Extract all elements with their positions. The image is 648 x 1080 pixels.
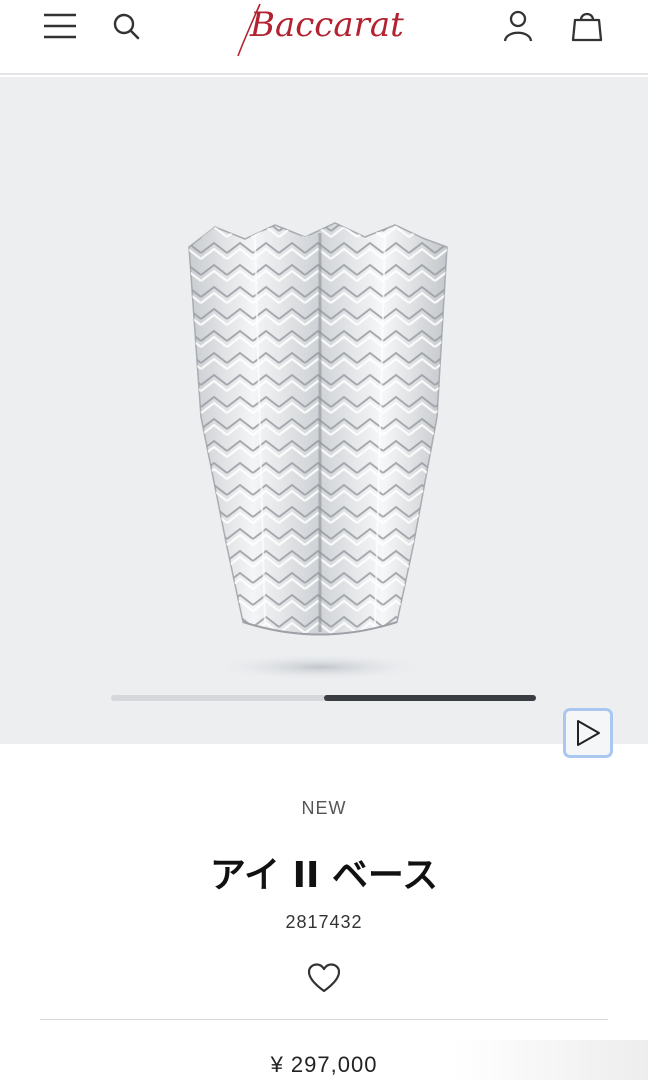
favorite-button[interactable] (304, 960, 344, 996)
product-price: ¥ 297,000 (270, 1052, 378, 1077)
account-icon (503, 10, 533, 42)
menu-button[interactable] (42, 8, 78, 44)
brand-logo[interactable]: Baccarat (230, 0, 420, 64)
account-button[interactable] (500, 8, 536, 44)
divider (40, 1019, 608, 1020)
search-icon (113, 13, 140, 40)
play-icon (577, 720, 600, 746)
shopping-bag-icon (571, 12, 603, 42)
shopping-bag-button[interactable] (569, 8, 605, 44)
menu-icon (44, 13, 76, 39)
vase-image (188, 222, 448, 681)
gallery-progress[interactable] (111, 695, 536, 701)
new-badge: NEW (301, 798, 347, 818)
site-header: Baccarat (0, 0, 648, 75)
gallery-progress-indicator (323, 695, 536, 701)
brand-logo-text: Baccarat (249, 5, 404, 45)
product-sku: 2817432 (285, 912, 363, 932)
search-button[interactable] (108, 8, 144, 44)
play-video-button[interactable] (563, 708, 613, 758)
product-gallery[interactable] (0, 77, 648, 758)
heart-icon (307, 963, 341, 993)
product-title: アイ II ベース (209, 855, 439, 896)
